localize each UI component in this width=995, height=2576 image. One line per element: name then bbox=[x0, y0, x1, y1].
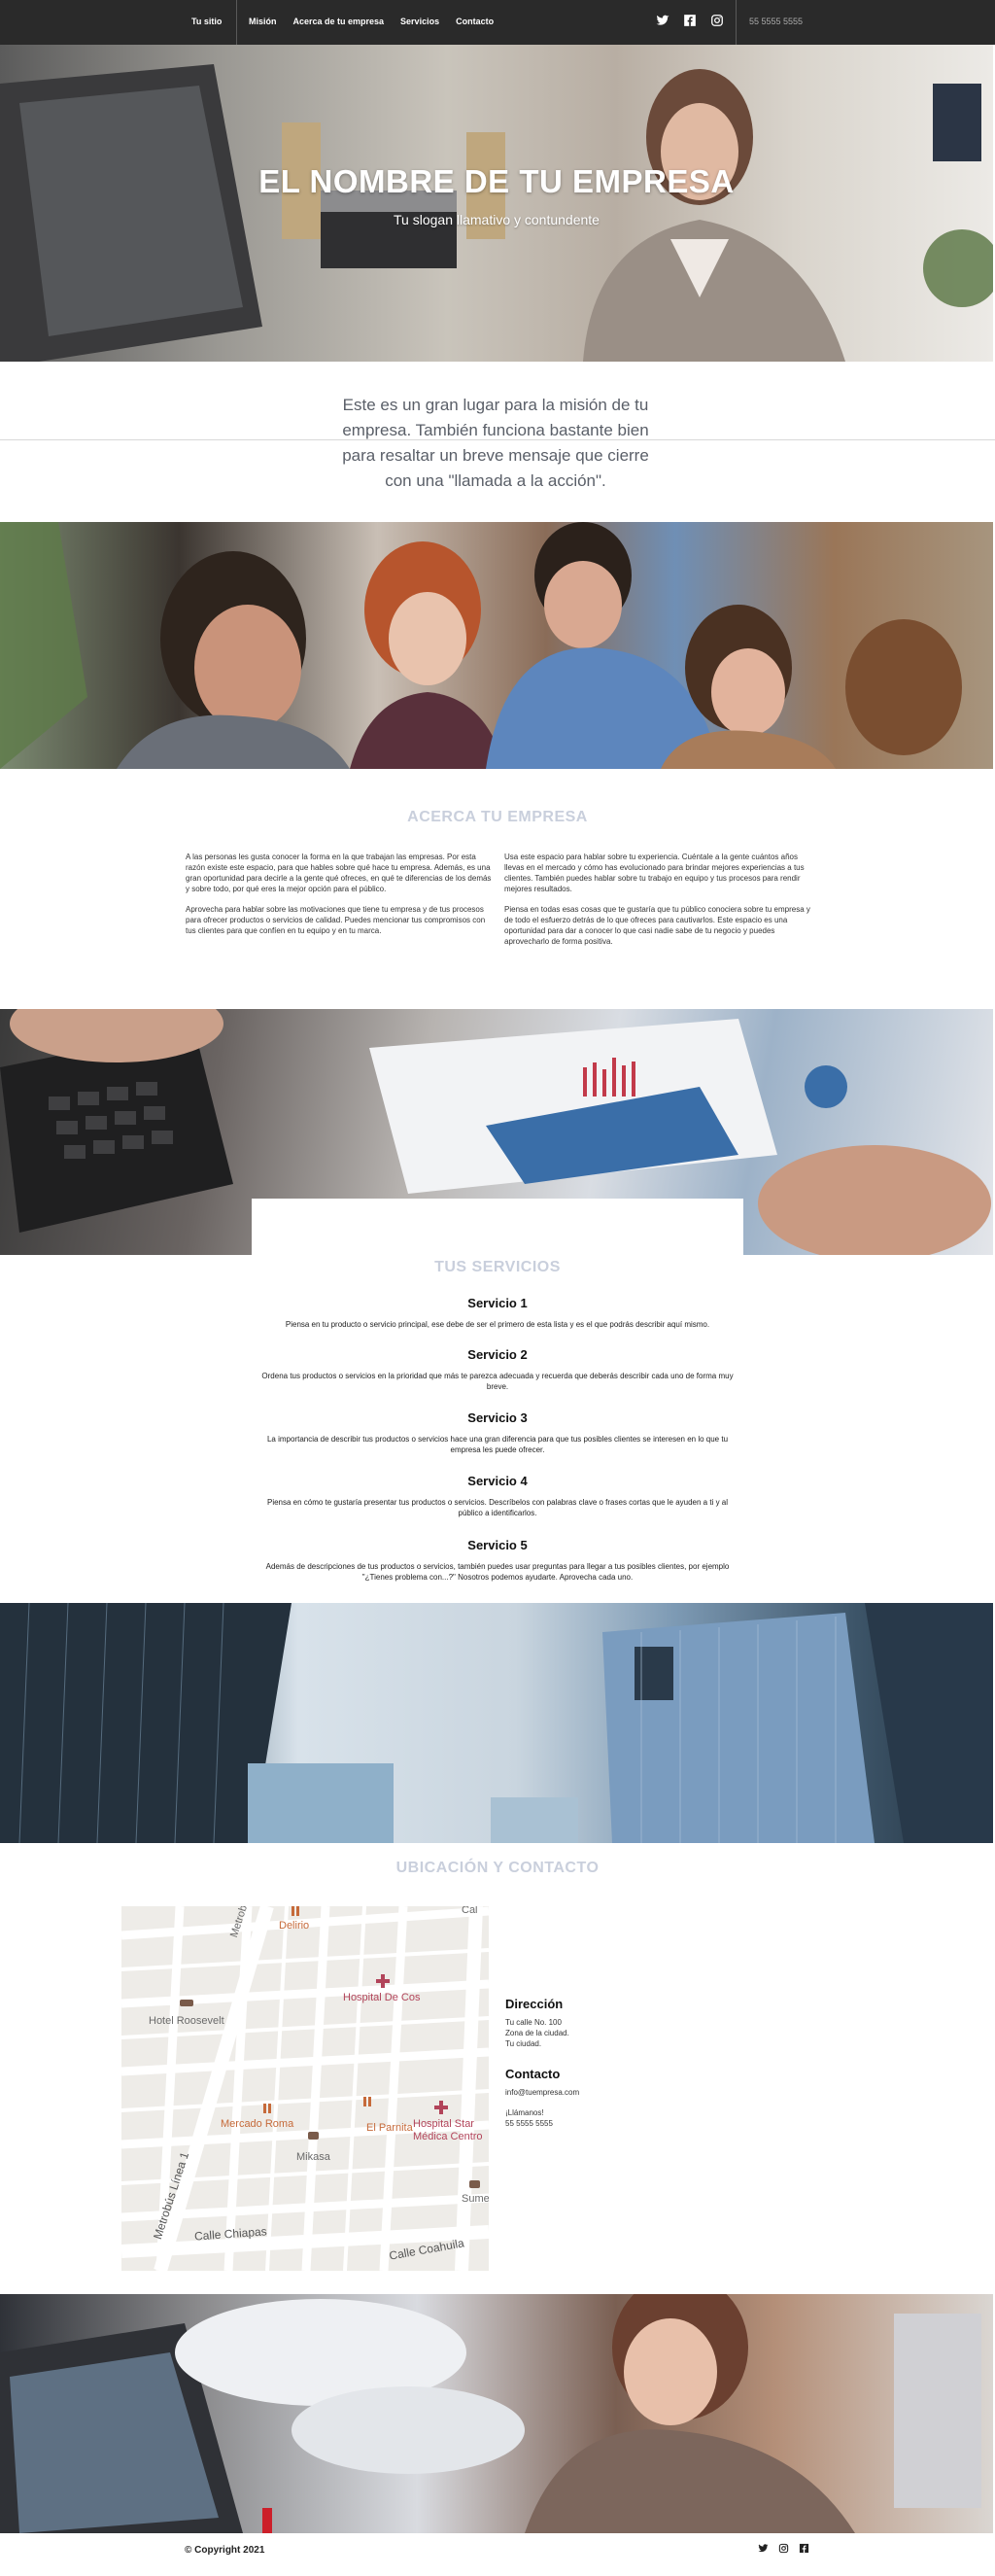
map-label-delirio: Delirio bbox=[279, 1920, 310, 1932]
facebook-icon[interactable] bbox=[799, 2543, 809, 2554]
service-description: Además de descripciones de tus productos… bbox=[265, 1562, 730, 1582]
twitter-icon[interactable] bbox=[758, 2543, 769, 2554]
map-label-mikasa: Mikasa bbox=[296, 2151, 330, 2163]
address-line: Tu ciudad. bbox=[505, 2039, 542, 2048]
team-illustration bbox=[0, 522, 962, 769]
service-item: Servicio 3 La importancia de describir t… bbox=[252, 1410, 743, 1455]
map-label-cal: Cal bbox=[462, 1906, 478, 1916]
service-item: Servicio 2 Ordena tus productos o servic… bbox=[252, 1347, 743, 1392]
nav-item-acerca[interactable]: Acerca de tu empresa bbox=[293, 17, 385, 26]
city-illustration bbox=[0, 1603, 993, 1843]
service-name: Servicio 4 bbox=[467, 1474, 528, 1488]
service-name: Servicio 2 bbox=[467, 1347, 528, 1362]
woman-working-photo bbox=[0, 2294, 993, 2533]
mission-text: Este es un gran lugar para la misión de … bbox=[342, 396, 649, 490]
facebook-icon[interactable] bbox=[683, 14, 697, 27]
nav-divider bbox=[236, 0, 237, 45]
hero-title: EL NOMBRE DE TU EMPRESA bbox=[258, 163, 735, 199]
nav-item-servicios[interactable]: Servicios bbox=[400, 17, 439, 26]
about-paragraph: Aprovecha para hablar sobre las motivaci… bbox=[186, 905, 486, 935]
hero-slogan: Tu slogan llamativo y contundente bbox=[394, 212, 600, 227]
service-name: Servicio 1 bbox=[467, 1296, 528, 1310]
hero-photo bbox=[0, 64, 993, 362]
service-name: Servicio 3 bbox=[467, 1410, 528, 1425]
footer-copyright: © Copyright 2021 bbox=[185, 2545, 265, 2556]
service-description: Ordena tus productos o servicios en la p… bbox=[261, 1372, 734, 1391]
service-item: Servicio 4 Piensa en cómo te gustaría pr… bbox=[252, 1474, 743, 1518]
about-left-column: A las personas les gusta conocer la form… bbox=[186, 852, 492, 946]
nav-social-icons bbox=[656, 14, 724, 27]
about-paragraph: A las personas les gusta conocer la form… bbox=[186, 853, 492, 893]
contact-phone-link[interactable]: 55 5555 5555 bbox=[505, 2118, 700, 2129]
address-heading: Dirección bbox=[505, 1997, 564, 2011]
services-title: TUS SERVICIOS bbox=[434, 1259, 561, 1275]
address-line: Zona de la ciudad. bbox=[505, 2029, 569, 2037]
top-navbar: Tu sitio Misión Acerca de tu empresa Ser… bbox=[0, 0, 995, 45]
contact-email-link[interactable]: info@tuempresa.com bbox=[505, 2087, 700, 2098]
site-name-link[interactable]: Tu sitio bbox=[191, 17, 222, 26]
map-label-el-parnita: El Parnita bbox=[366, 2122, 413, 2134]
instagram-icon[interactable] bbox=[710, 14, 724, 27]
instagram-icon[interactable] bbox=[778, 2543, 789, 2554]
call-label: ¡Llámanos! bbox=[505, 2108, 544, 2117]
map-label-mercado-roma: Mercado Roma bbox=[221, 2118, 294, 2130]
team-photo bbox=[0, 522, 993, 769]
address-block: Dirección Tu calle No. 100 Zona de la ci… bbox=[505, 1997, 700, 2049]
service-description: Piensa en cómo te gustaría presentar tus… bbox=[266, 1498, 729, 1517]
nav-item-mision[interactable]: Misión bbox=[249, 17, 277, 26]
nav-phone[interactable]: 55 5555 5555 bbox=[749, 17, 803, 26]
city-photo bbox=[0, 1603, 993, 1843]
about-paragraph: Usa este espacio para hablar sobre tu ex… bbox=[504, 853, 805, 893]
service-item: Servicio 5 Además de descripciones de tu… bbox=[252, 1538, 743, 1583]
footer-social-icons bbox=[758, 2543, 809, 2554]
address-line: Tu calle No. 100 bbox=[505, 2018, 562, 2027]
nav-menu: Misión Acerca de tu empresa Servicios Co… bbox=[249, 17, 494, 26]
map-label-hospital-star: Hospital Star Médica Centro bbox=[413, 2118, 483, 2142]
service-item: Servicio 1 Piensa en tu producto o servi… bbox=[252, 1296, 743, 1330]
hero-banner: EL NOMBRE DE TU EMPRESA Tu slogan llamat… bbox=[0, 45, 993, 362]
nav-item-contacto[interactable]: Contacto bbox=[456, 17, 494, 26]
map-label-hospital-de-cos: Hospital De Cos bbox=[343, 1992, 421, 2003]
map-label-hotel-roosevelt: Hotel Roosevelt bbox=[149, 2015, 224, 2027]
contact-title: UBICACIÓN Y CONTACTO bbox=[395, 1860, 600, 1876]
about-right-column: Usa este espacio para hablar sobre tu ex… bbox=[504, 852, 810, 957]
map-label-sumesa: Sumes bbox=[462, 2193, 489, 2205]
woman-illustration bbox=[0, 2294, 981, 2533]
location-map[interactable]: Cal Delirio Metrobús Hospital De Cos Hot… bbox=[121, 1906, 489, 2271]
map-roads bbox=[121, 1906, 489, 2271]
service-name: Servicio 5 bbox=[467, 1538, 528, 1552]
services-card-top bbox=[252, 1199, 743, 1257]
twitter-icon[interactable] bbox=[656, 14, 669, 27]
about-paragraph: Piensa en todas esas cosas que te gustar… bbox=[504, 905, 810, 946]
contact-heading: Contacto bbox=[505, 2067, 561, 2081]
nav-divider bbox=[736, 0, 737, 45]
service-description: La importancia de describir tus producto… bbox=[266, 1435, 729, 1454]
contact-block: Contacto info@tuempresa.com ¡Llámanos! 5… bbox=[505, 2067, 700, 2129]
about-title: ACERCA TU EMPRESA bbox=[407, 809, 588, 825]
service-description: Piensa en tu producto o servicio princip… bbox=[285, 1320, 710, 1329]
